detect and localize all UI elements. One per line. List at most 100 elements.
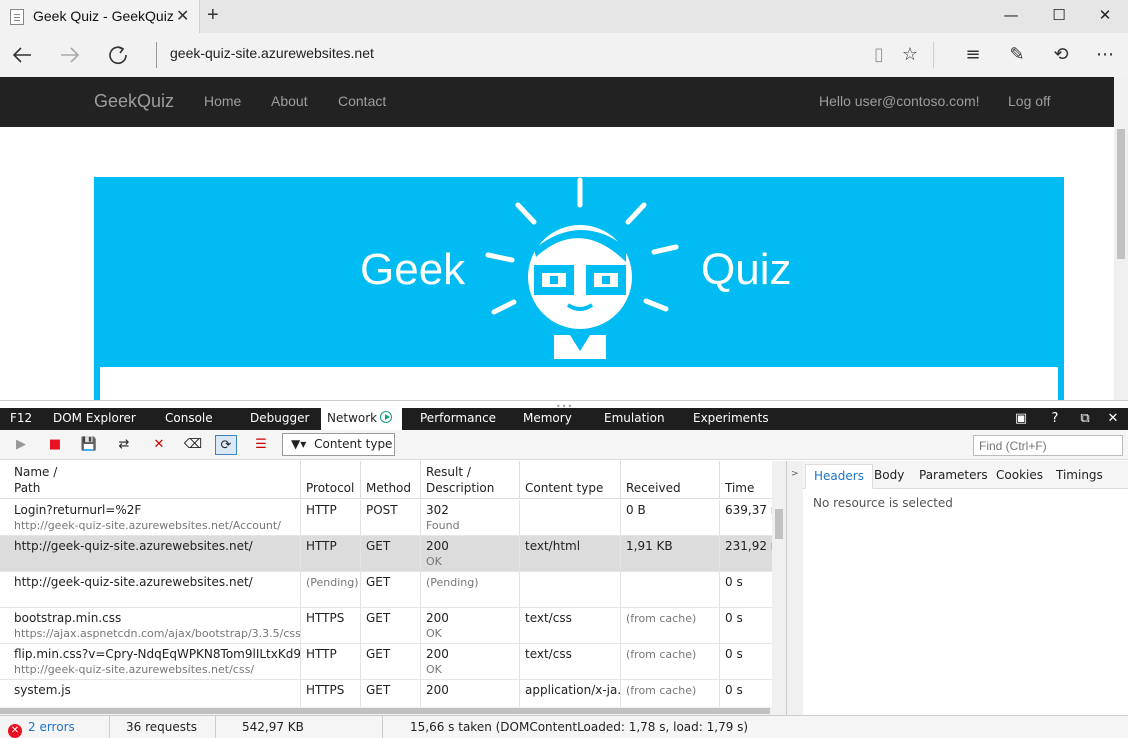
clear-session-icon[interactable]: ✕: [148, 435, 170, 455]
cell-time-value: 231,92 m: [725, 539, 772, 553]
cell-received-value: 1,91 KB: [626, 539, 673, 553]
maximize-button[interactable]: ☐: [1036, 0, 1082, 33]
favorite-star-icon[interactable]: ☆: [897, 42, 923, 68]
browser-tab[interactable]: Geek Quiz - GeekQuiz ✕: [0, 0, 200, 33]
grid-hscroll-thumb[interactable]: [0, 708, 770, 714]
cell-name-value: http://geek-quiz-site.azurewebsites.net/: [14, 575, 253, 589]
details-tab-body[interactable]: Body: [866, 466, 912, 484]
user-greeting-link[interactable]: Hello user@contoso.com!: [819, 93, 980, 109]
cell-protocol-value: HTTPS: [306, 611, 345, 625]
request-row[interactable]: bootstrap.min.css https://ajax.aspnetcdn.…: [0, 608, 772, 644]
tab-console[interactable]: Console: [159, 408, 219, 430]
cell-method: POST: [360, 500, 420, 536]
address-bar[interactable]: geek-quiz-site.azurewebsites.net: [170, 45, 374, 61]
tab-performance[interactable]: Performance: [414, 408, 502, 430]
column-content-type[interactable]: Content type: [519, 461, 620, 499]
cell-name: http://geek-quiz-site.azurewebsites.net/: [0, 536, 301, 572]
devtools-splitter[interactable]: •••: [0, 400, 1128, 411]
grid-scrollbar-thumb[interactable]: [775, 509, 783, 539]
cell-time-value: 0 s: [725, 647, 743, 661]
stop-profiling-icon[interactable]: ■: [44, 435, 66, 455]
expand-chevron-icon: >: [791, 469, 799, 479]
new-tab-button[interactable]: +: [207, 4, 219, 27]
column-time[interactable]: Time: [719, 461, 772, 499]
column-received[interactable]: Received: [620, 461, 719, 499]
nav-link-contact[interactable]: Contact: [338, 93, 386, 109]
nav-link-home[interactable]: Home: [204, 93, 241, 109]
import-icon[interactable]: ⇄: [113, 435, 135, 455]
cell-received-value: (from cache): [626, 612, 697, 625]
cell-protocol: HTTP: [300, 536, 360, 572]
cell-name: bootstrap.min.css https://ajax.aspnetcdn.…: [0, 608, 301, 644]
close-devtools-icon[interactable]: ✕: [1100, 408, 1126, 430]
cell-content-type: [519, 500, 620, 536]
undock-icon[interactable]: ⧉: [1072, 408, 1098, 430]
clear-entries-icon[interactable]: ☰: [250, 435, 272, 455]
cell-result-sub: OK: [426, 663, 442, 676]
help-icon[interactable]: ?: [1042, 408, 1068, 430]
back-button[interactable]: [7, 41, 37, 69]
request-row[interactable]: http://geek-quiz-site.azurewebsites.net/…: [0, 536, 772, 572]
details-tab-parameters[interactable]: Parameters: [911, 466, 996, 484]
console-toggle-icon[interactable]: ▣: [1008, 408, 1034, 430]
errors-indicator[interactable]: ✕ 2 errors: [0, 716, 110, 738]
forward-button[interactable]: [55, 41, 85, 69]
find-input[interactable]: [973, 435, 1123, 456]
cell-result-value: 200: [426, 611, 449, 625]
transferred-size: 542,97 KB transferred: [216, 716, 383, 738]
tab-emulation[interactable]: Emulation: [598, 408, 671, 430]
web-note-icon[interactable]: ✎: [1004, 42, 1030, 68]
grid-vertical-scrollbar[interactable]: [772, 461, 786, 707]
refresh-button[interactable]: [103, 41, 133, 69]
minimize-button[interactable]: —: [988, 0, 1034, 33]
details-tab-cookies[interactable]: Cookies: [988, 466, 1051, 484]
details-collapse-handle[interactable]: >: [786, 461, 803, 715]
request-row[interactable]: Login?returnurl=%2F http://geek-quiz-site…: [0, 500, 772, 536]
page-scrollbar[interactable]: [1114, 77, 1128, 400]
tab-dom-explorer[interactable]: DOM Explorer: [47, 408, 142, 430]
log-off-link[interactable]: Log off: [1008, 93, 1051, 109]
column-method[interactable]: Method: [360, 461, 420, 499]
clear-cache-icon[interactable]: ⌫: [182, 435, 204, 455]
details-tab-headers[interactable]: Headers: [805, 464, 873, 489]
cell-method-value: POST: [366, 503, 398, 517]
grid-horizontal-scrollbar[interactable]: [0, 707, 786, 715]
details-tab-timings[interactable]: Timings: [1048, 466, 1111, 484]
nav-link-about[interactable]: About: [271, 93, 308, 109]
start-profiling-icon[interactable]: ▶: [10, 435, 32, 455]
close-tab-icon[interactable]: ✕: [176, 6, 189, 25]
export-har-icon[interactable]: 💾: [78, 435, 100, 455]
errors-count-link[interactable]: 2 errors: [28, 720, 75, 734]
tab-experiments[interactable]: Experiments: [687, 408, 775, 430]
tab-debugger[interactable]: Debugger: [244, 408, 315, 430]
request-row[interactable]: http://geek-quiz-site.azurewebsites.net/…: [0, 572, 772, 608]
always-refresh-icon[interactable]: ⟳: [215, 435, 237, 455]
cell-time: 0 s: [719, 680, 772, 707]
reading-view-icon[interactable]: ▯: [866, 42, 892, 68]
cell-result-value: (Pending): [426, 576, 479, 589]
filter-label: Content type: [314, 437, 393, 451]
cell-protocol-value: HTTP: [306, 647, 337, 661]
cell-name-sub: https://ajax.aspnetcdn.com/ajax/bootstra…: [14, 627, 301, 640]
cell-result-value: 200: [426, 683, 449, 697]
column-protocol[interactable]: Protocol: [300, 461, 360, 499]
tab-memory[interactable]: Memory: [517, 408, 578, 430]
more-icon[interactable]: ⋯: [1092, 42, 1118, 68]
cell-result: 200 OK: [420, 644, 520, 680]
share-icon[interactable]: ⟲: [1048, 42, 1074, 68]
close-window-button[interactable]: ✕: [1082, 0, 1128, 33]
site-brand-link[interactable]: GeekQuiz: [94, 91, 174, 112]
column-result-description[interactable]: Result / Description: [420, 461, 520, 499]
page-scrollbar-thumb[interactable]: [1117, 129, 1125, 259]
content-type-filter[interactable]: ▼▾ Content type: [282, 433, 395, 456]
cell-received-value: (from cache): [626, 648, 697, 661]
column-name-path[interactable]: Name / Path: [0, 461, 301, 499]
request-row[interactable]: system.js HTTPS GET 200 application/x-ja... (…: [0, 680, 772, 707]
hub-icon[interactable]: ≡: [960, 42, 986, 68]
cell-time: 231,92 m: [719, 536, 772, 572]
cell-result: 200 OK: [420, 608, 520, 644]
tab-network[interactable]: Network: [321, 408, 402, 430]
cell-received-value: 0 B: [626, 503, 646, 517]
cell-name-value: http://geek-quiz-site.azurewebsites.net/: [14, 539, 253, 553]
request-row[interactable]: flip.min.css?v=Cpry-NdqEqWPKN8Tom9lILtxK…: [0, 644, 772, 680]
